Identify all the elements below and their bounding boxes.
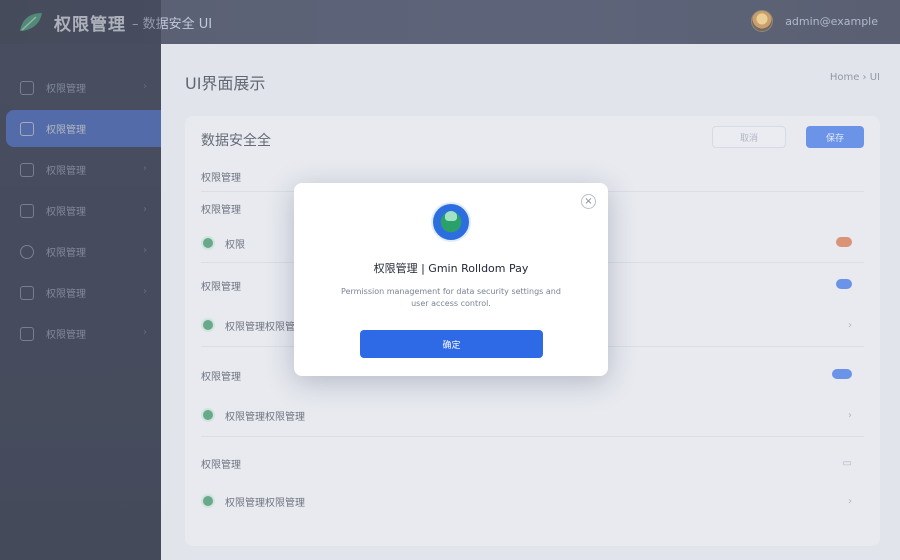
- close-icon[interactable]: ×: [581, 194, 596, 209]
- sidebar-dim: [0, 0, 161, 560]
- dialog: × 权限管理 | Gmin Rolldom Pay Permission man…: [294, 183, 608, 376]
- confirm-button[interactable]: 确定: [360, 330, 543, 358]
- app-logo-icon: [431, 202, 471, 242]
- dialog-description: Permission management for data security …: [341, 287, 561, 308]
- dialog-title: 权限管理 | Gmin Rolldom Pay: [373, 262, 529, 275]
